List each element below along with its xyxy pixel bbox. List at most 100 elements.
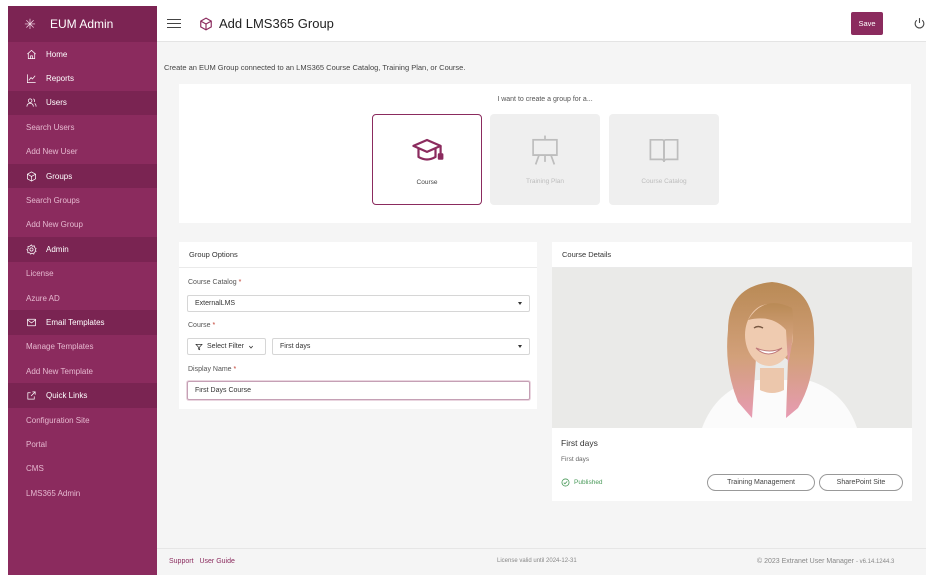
- group-type-prompt: I want to create a group for a...: [497, 96, 593, 103]
- brand-name: EUM Admin: [50, 17, 114, 31]
- sidebar-item-label: Portal: [26, 439, 47, 449]
- check-circle-icon: [561, 478, 570, 487]
- chart-icon: [26, 73, 40, 84]
- course-value: First days: [280, 343, 311, 350]
- gear-icon: [26, 244, 40, 255]
- group-type-card: I want to create a group for a... Course…: [179, 84, 911, 223]
- sidebar-item-add-new-group[interactable]: Add New Group: [8, 213, 157, 237]
- course-subtitle: First days: [561, 456, 590, 463]
- sidebar-item-label: Configuration Site: [26, 415, 90, 425]
- home-icon: [26, 49, 40, 60]
- sidebar-item-portal[interactable]: Portal: [8, 432, 157, 456]
- version-label: - v6.14.1244.3: [855, 559, 895, 565]
- sidebar-item-add-new-user[interactable]: Add New User: [8, 140, 157, 164]
- course-select[interactable]: First days: [272, 338, 530, 355]
- sidebar-item-home[interactable]: Home: [8, 42, 157, 66]
- sidebar-item-email-templates[interactable]: Email Templates: [8, 310, 157, 335]
- groups-icon: [26, 171, 40, 182]
- type-option-label: Training Plan: [525, 178, 565, 185]
- presentation-board-icon: [532, 135, 558, 165]
- open-book-icon: [649, 138, 679, 162]
- type-option-training-plan[interactable]: Training Plan: [490, 114, 600, 205]
- type-option-label: Course Catalog: [641, 178, 687, 185]
- main-content: Create an EUM Group connected to an LMS3…: [157, 42, 926, 575]
- filter-icon: [195, 343, 203, 350]
- sidebar-item-label: Add New Group: [26, 220, 83, 230]
- sidebar-item-manage-templates[interactable]: Manage Templates: [8, 335, 157, 359]
- type-option-course[interactable]: Course: [372, 114, 482, 205]
- sidebar-item-label: License: [26, 269, 54, 279]
- display-name-label: Display Name *: [188, 366, 237, 373]
- topbar: Add LMS365 Group Save: [157, 6, 926, 42]
- users-icon: [26, 97, 40, 108]
- sidebar-item-label: Search Groups: [26, 196, 80, 206]
- course-catalog-value: ExternalLMS: [195, 300, 236, 307]
- footer-links: Support User Guide: [169, 558, 239, 565]
- sidebar-item-search-groups[interactable]: Search Groups: [8, 188, 157, 212]
- save-button[interactable]: Save: [851, 12, 883, 35]
- type-option-course-catalog[interactable]: Course Catalog: [609, 114, 719, 205]
- group-options-title: Group Options: [179, 242, 537, 268]
- sidebar-item-label: Azure AD: [26, 293, 60, 303]
- status-label: Published: [574, 479, 603, 486]
- sidebar-item-lms365-admin[interactable]: LMS365 Admin: [8, 481, 157, 505]
- course-photo: [552, 268, 912, 428]
- sidebar-item-label: Search Users: [26, 122, 75, 132]
- status-badge: Published: [561, 478, 603, 487]
- course-catalog-label: Course Catalog *: [188, 279, 242, 286]
- brand-header[interactable]: ✳ EUM Admin: [8, 6, 157, 42]
- sidebar-item-reports[interactable]: Reports: [8, 66, 157, 90]
- sidebar-item-users[interactable]: Users: [8, 90, 157, 116]
- display-name-input[interactable]: [187, 381, 530, 400]
- user-guide-link[interactable]: User Guide: [199, 558, 234, 565]
- sidebar-nav: Home Reports Users Search Users Add New User…: [8, 42, 157, 505]
- power-icon[interactable]: [913, 17, 926, 30]
- sidebar-item-admin[interactable]: Admin: [8, 237, 157, 262]
- sidebar-item-label: Email Templates: [46, 317, 105, 327]
- sidebar-item-label: Admin: [46, 244, 69, 254]
- intro-text: Create an EUM Group connected to an LMS3…: [164, 63, 466, 72]
- training-management-button[interactable]: Training Management: [707, 474, 815, 491]
- sidebar-item-label: Manage Templates: [26, 342, 94, 352]
- caret-down-icon: [518, 302, 522, 305]
- chevron-down-icon: [248, 345, 254, 349]
- sidebar-item-label: Quick Links: [46, 391, 88, 401]
- sidebar-item-cms[interactable]: CMS: [8, 457, 157, 481]
- sharepoint-site-button[interactable]: SharePoint Site: [819, 474, 903, 491]
- sidebar: ✳ EUM Admin Home Reports Users Search Users…: [8, 6, 157, 575]
- sidebar-item-quick-links[interactable]: Quick Links: [8, 383, 157, 408]
- sidebar-item-azure-ad[interactable]: Azure AD: [8, 286, 157, 310]
- select-filter-button[interactable]: Select Filter: [187, 338, 266, 355]
- sidebar-item-label: Add New Template: [26, 366, 93, 376]
- course-name: First days: [561, 438, 598, 448]
- graduation-cap-icon: [412, 138, 444, 161]
- sparkle-logo-icon: ✳: [24, 15, 36, 32]
- sidebar-item-label: Home: [46, 49, 68, 59]
- type-option-label: Course: [416, 179, 438, 186]
- course-catalog-select[interactable]: ExternalLMS: [187, 295, 530, 312]
- course-details-card: Course Details First days First days Pub…: [552, 242, 912, 501]
- sidebar-item-label: Users: [46, 98, 67, 108]
- hamburger-menu-icon[interactable]: [167, 16, 181, 31]
- sidebar-item-label: Add New User: [26, 147, 78, 157]
- copyright-text: © 2023 Extranet User Manager - v6.14.124…: [757, 558, 894, 565]
- sidebar-item-groups[interactable]: Groups: [8, 163, 157, 189]
- sidebar-item-label: Reports: [46, 74, 75, 84]
- support-link[interactable]: Support: [169, 558, 194, 565]
- sidebar-item-configuration-site[interactable]: Configuration Site: [8, 408, 157, 432]
- select-filter-label: Select Filter: [207, 343, 244, 350]
- sidebar-item-label: Groups: [46, 171, 73, 181]
- course-details-title: Course Details: [552, 242, 912, 268]
- sidebar-item-license[interactable]: License: [8, 262, 157, 286]
- sidebar-item-label: CMS: [26, 464, 44, 474]
- footer: Support User Guide License valid until 2…: [157, 548, 926, 575]
- group-options-card: Group Options Course Catalog * ExternalL…: [179, 242, 537, 409]
- external-link-icon: [26, 390, 40, 401]
- sidebar-item-label: LMS365 Admin: [26, 488, 81, 498]
- course-hero-image: [552, 268, 912, 428]
- sidebar-item-add-new-template[interactable]: Add New Template: [8, 359, 157, 383]
- sidebar-item-search-users[interactable]: Search Users: [8, 115, 157, 139]
- group-cube-icon: [200, 16, 212, 31]
- page-title: Add LMS365 Group: [219, 16, 334, 31]
- mail-icon: [26, 317, 40, 328]
